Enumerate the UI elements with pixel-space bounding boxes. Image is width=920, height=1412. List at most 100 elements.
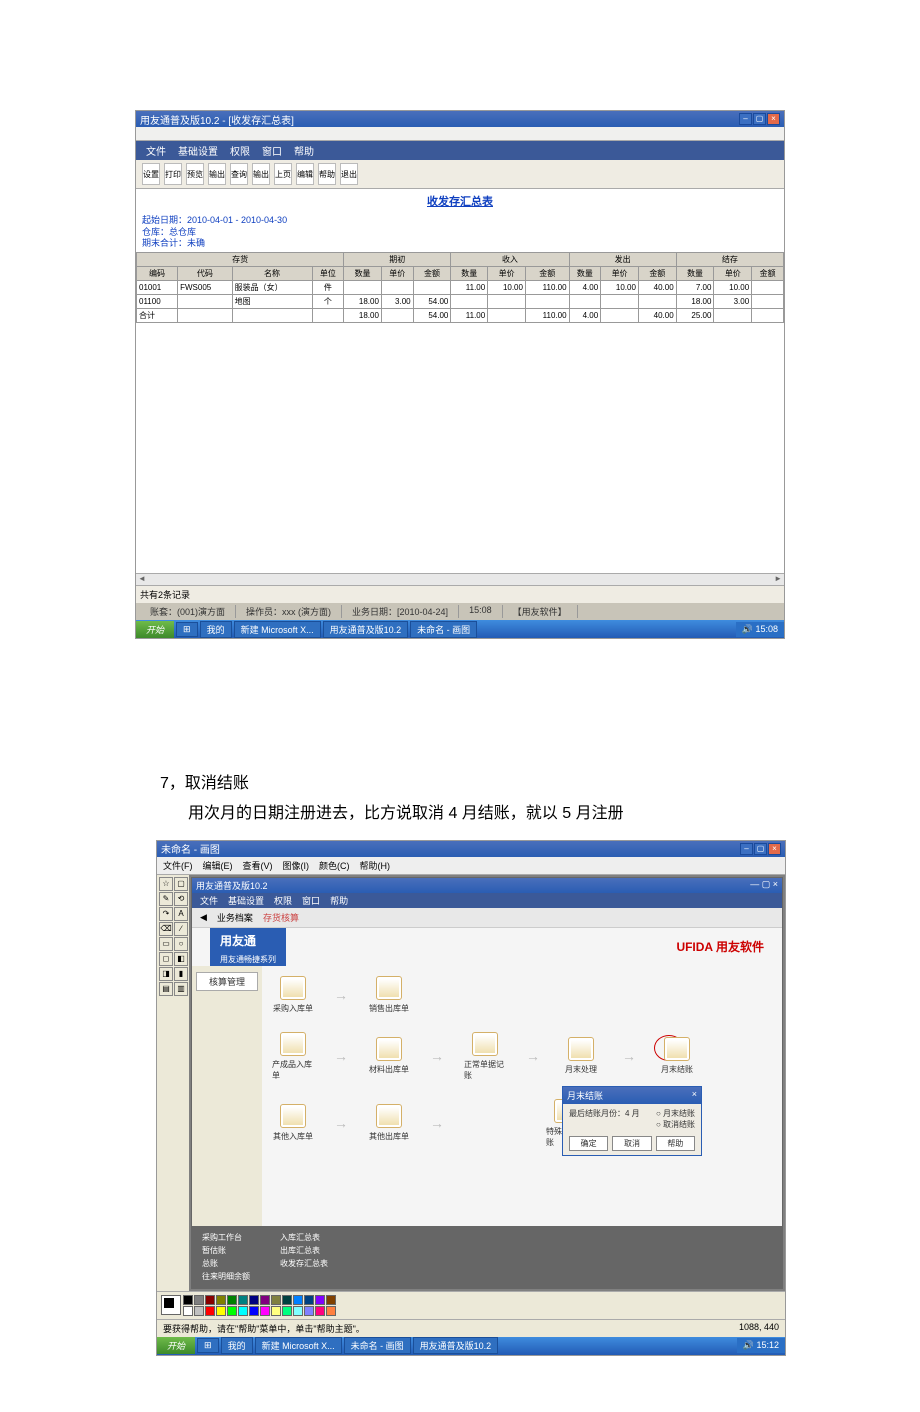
flow-other-issue[interactable]: 其他出库单: [368, 1104, 410, 1142]
link-estimate-account[interactable]: 暂估账: [202, 1245, 250, 1256]
menu-file[interactable]: 文件(F): [163, 859, 193, 872]
color-swatch[interactable]: [183, 1306, 193, 1316]
menu-help[interactable]: 帮助: [294, 143, 314, 158]
tool-exit[interactable]: 退出: [340, 163, 358, 185]
rect-select-icon[interactable]: ▢: [174, 877, 188, 891]
system-tray[interactable]: 🔊 15:12: [737, 1338, 785, 1353]
cancel-button[interactable]: 取消: [612, 1136, 651, 1151]
table-row[interactable]: 01100地图个 18.003.0054.00 18.003.00: [137, 295, 784, 309]
flow-finished-goods-receipt[interactable]: 产成品入库单: [272, 1032, 314, 1081]
flow-purchase-receipt[interactable]: 采购入库单: [272, 976, 314, 1014]
radio-cancel-close[interactable]: ○ 取消结账: [656, 1119, 695, 1130]
flow-material-issue[interactable]: 材料出库单: [368, 1037, 410, 1075]
emenu-help[interactable]: 帮助: [330, 894, 348, 907]
color-swatch[interactable]: [260, 1306, 270, 1316]
pencil-icon[interactable]: ∕: [174, 922, 188, 936]
color-swatch[interactable]: [216, 1306, 226, 1316]
color-swatch[interactable]: [205, 1295, 215, 1305]
tool-help[interactable]: 帮助: [318, 163, 336, 185]
color-swatch[interactable]: [271, 1295, 281, 1305]
color-swatch[interactable]: [249, 1295, 259, 1305]
curve-icon[interactable]: ◧: [174, 952, 188, 966]
color-swatch[interactable]: [271, 1306, 281, 1316]
task-item[interactable]: 我的: [221, 1337, 253, 1354]
brush-icon[interactable]: ▭: [159, 937, 173, 951]
link-issue-summary[interactable]: 出库汇总表: [280, 1245, 328, 1256]
tool-preview[interactable]: 预览: [186, 163, 204, 185]
color-swatch[interactable]: [227, 1295, 237, 1305]
quicklaunch-icon[interactable]: ⊞: [176, 622, 198, 637]
tool-prev-page[interactable]: 上页: [274, 163, 292, 185]
table-row[interactable]: 01001FWS005服装品（女）件 11.0010.00110.00 4.00…: [137, 281, 784, 295]
rounded-rect-icon[interactable]: ▥: [174, 982, 188, 996]
task-item[interactable]: 未命名 - 画图: [344, 1337, 411, 1354]
embedded-menu-bar[interactable]: 文件 基础设置 权限 窗口 帮助: [192, 893, 782, 908]
link-general-ledger[interactable]: 总账: [202, 1258, 250, 1269]
fill-icon[interactable]: ⟲: [174, 892, 188, 906]
menu-permissions[interactable]: 权限: [230, 143, 250, 158]
picker-icon[interactable]: ↷: [159, 907, 173, 921]
color-swatch[interactable]: [315, 1306, 325, 1316]
tab-inventory-costing[interactable]: 存货核算: [263, 911, 299, 924]
color-swatch[interactable]: [216, 1295, 226, 1305]
menu-colors[interactable]: 颜色(C): [319, 859, 350, 872]
color-swatch[interactable]: [326, 1306, 336, 1316]
link-ar-detail-balance[interactable]: 往来明细余额: [202, 1271, 250, 1282]
color-swatch[interactable]: [293, 1306, 303, 1316]
color-swatch[interactable]: [304, 1306, 314, 1316]
color-swatch[interactable]: [183, 1295, 193, 1305]
side-btn-costing-manage[interactable]: 核算管理: [196, 972, 258, 991]
task-item[interactable]: 新建 Microsoft X...: [234, 621, 321, 638]
color-swatch[interactable]: [315, 1295, 325, 1305]
start-button[interactable]: 开始: [136, 621, 174, 638]
color-swatch[interactable]: [227, 1306, 237, 1316]
link-receipt-summary[interactable]: 入库汇总表: [280, 1232, 328, 1243]
color-swatch[interactable]: [304, 1295, 314, 1305]
quicklaunch-icon[interactable]: ⊞: [197, 1338, 219, 1353]
menu-image[interactable]: 图像(I): [283, 859, 310, 872]
menu-basic-setup[interactable]: 基础设置: [178, 143, 218, 158]
color-swatch[interactable]: [260, 1295, 270, 1305]
emenu-window[interactable]: 窗口: [302, 894, 320, 907]
color-swatch[interactable]: [194, 1295, 204, 1305]
task-item[interactable]: 新建 Microsoft X...: [255, 1337, 342, 1354]
color-swatch[interactable]: [282, 1306, 292, 1316]
color-swatch[interactable]: [205, 1306, 215, 1316]
emenu-file[interactable]: 文件: [200, 894, 218, 907]
task-item[interactable]: 用友通普及版10.2: [323, 621, 409, 638]
eraser-icon[interactable]: ✎: [159, 892, 173, 906]
color-swatch[interactable]: [282, 1295, 292, 1305]
close-button[interactable]: ×: [768, 843, 781, 855]
radio-month-close[interactable]: ○ 月末结账: [656, 1108, 695, 1119]
text-icon[interactable]: A: [174, 907, 188, 921]
color-swatch[interactable]: [293, 1295, 303, 1305]
flow-month-end-process[interactable]: 月末处理: [560, 1037, 602, 1075]
close-icon[interactable]: ×: [692, 1089, 697, 1102]
color-swatch[interactable]: [249, 1306, 259, 1316]
flow-month-end-close[interactable]: 月末结账: [656, 1037, 698, 1075]
color-swatch[interactable]: [238, 1306, 248, 1316]
system-tray[interactable]: 🔊 15:08: [736, 622, 784, 637]
maximize-button[interactable]: ▢: [754, 843, 767, 855]
tool-setup[interactable]: 设置: [142, 163, 160, 185]
tool-export[interactable]: 输出: [208, 163, 226, 185]
horizontal-scrollbar[interactable]: [136, 573, 784, 585]
start-button[interactable]: 开始: [157, 1337, 195, 1354]
menu-help[interactable]: 帮助(H): [360, 859, 391, 872]
tool-query[interactable]: 查询: [230, 163, 248, 185]
menu-file[interactable]: 文件: [146, 143, 166, 158]
maximize-button[interactable]: ▢: [753, 113, 766, 125]
flow-normal-voucher-post[interactable]: 正常单据记账: [464, 1032, 506, 1081]
tool-output[interactable]: 输出: [252, 163, 270, 185]
current-colors-icon[interactable]: [161, 1295, 181, 1315]
rect-icon[interactable]: ◨: [159, 967, 173, 981]
embedded-window-controls[interactable]: — ▢ ×: [750, 879, 778, 892]
main-menu-bar[interactable]: 文件 基础设置 权限 窗口 帮助: [136, 141, 784, 160]
help-button[interactable]: 帮助: [656, 1136, 695, 1151]
minimize-button[interactable]: –: [739, 113, 752, 125]
flow-sales-issue[interactable]: 销售出库单: [368, 976, 410, 1014]
task-item[interactable]: 未命名 - 画图: [410, 621, 477, 638]
menu-edit[interactable]: 编辑(E): [203, 859, 233, 872]
menu-window[interactable]: 窗口: [262, 143, 282, 158]
color-swatch[interactable]: [326, 1295, 336, 1305]
